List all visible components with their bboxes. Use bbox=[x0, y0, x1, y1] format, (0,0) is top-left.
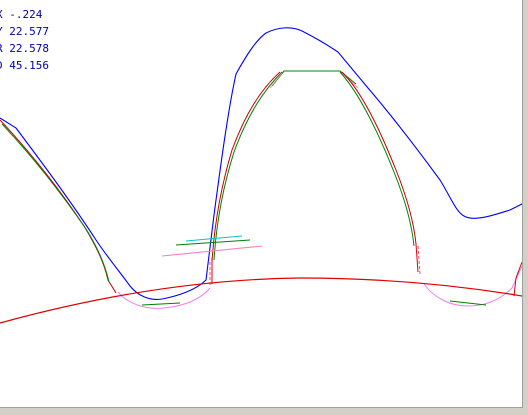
left-tooth-flank-green bbox=[1, 123, 110, 283]
coord-readout-r: R 22.578 bbox=[0, 42, 49, 55]
gear-profile-viewport[interactable]: X -.224 Y 22.577 R 22.578 D 45.156 bbox=[0, 0, 523, 408]
left-tooth-flank-red bbox=[0, 119, 117, 294]
coord-readout-y: Y 22.577 bbox=[0, 25, 49, 38]
gear-tooth-plot bbox=[0, 27, 522, 324]
tangent-marker-pink bbox=[161, 245, 263, 257]
coord-readout-x: X -.224 bbox=[0, 8, 43, 21]
fillet-arc-right bbox=[423, 265, 522, 307]
outer-envelope-curve bbox=[0, 27, 522, 300]
window-right-border bbox=[523, 0, 528, 408]
root-mark-left bbox=[141, 302, 181, 306]
center-tooth-left-flank-red bbox=[211, 71, 281, 263]
next-tooth-flank-red bbox=[513, 261, 522, 297]
status-bar bbox=[0, 408, 528, 415]
center-tooth-left-flank-green bbox=[213, 71, 283, 261]
coord-readout-d: D 45.156 bbox=[0, 59, 49, 72]
center-tooth-right-flank-red bbox=[341, 71, 417, 245]
